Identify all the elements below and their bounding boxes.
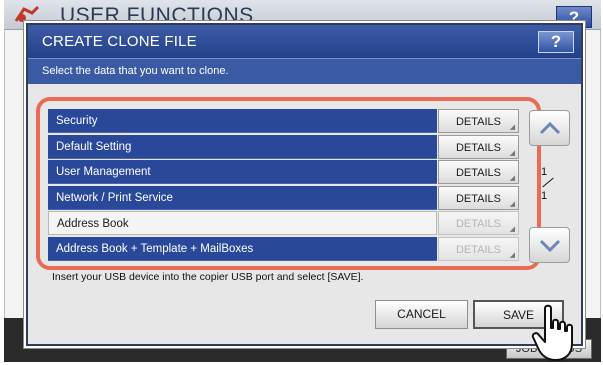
page-total: 1	[541, 190, 548, 202]
cancel-button[interactable]: CANCEL	[375, 300, 468, 329]
pointing-hand-icon	[531, 304, 573, 361]
dialog-instruction: Select the data that you want to clone.	[42, 65, 229, 77]
dialog-titlebar: CREATE CLONE FILE ?	[28, 25, 581, 58]
highlight-frame	[36, 97, 541, 270]
scroll-down-button[interactable]	[529, 227, 570, 263]
user-functions-icon	[14, 5, 40, 22]
dialog-instruction-bar: Select the data that you want to clone.	[28, 58, 581, 84]
dialog-help-button[interactable]: ?	[538, 31, 574, 53]
dialog-title: CREATE CLONE FILE	[42, 33, 197, 50]
usb-instruction: Insert your USB device into the copier U…	[52, 271, 364, 283]
scroll-up-button[interactable]	[529, 110, 570, 146]
page-current: 1	[541, 166, 548, 178]
chevron-up-icon	[539, 121, 561, 135]
chevron-down-icon	[539, 239, 561, 253]
